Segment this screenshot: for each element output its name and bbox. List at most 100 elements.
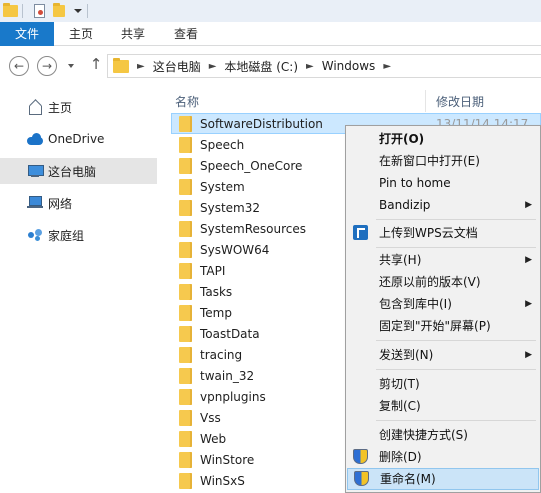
forward-button[interactable]: → [37, 56, 57, 76]
menu-item-label: 删除(D) [379, 450, 422, 464]
folder-icon [179, 262, 192, 279]
file-name: SysWOW64 [200, 242, 270, 257]
menu-item-create-shortcut[interactable]: 创建快捷方式(S) [346, 424, 540, 446]
file-name: twain_32 [200, 368, 255, 383]
new-folder-icon[interactable] [53, 3, 65, 19]
title-bar [0, 0, 541, 22]
menu-item-label: 包含到库中(I) [379, 297, 452, 311]
wps-cloud-icon [353, 225, 368, 240]
menu-item-bandizip[interactable]: Bandizip ▶ [346, 194, 540, 216]
menu-item-pin-to-start[interactable]: 固定到"开始"屏幕(P) [346, 315, 540, 337]
menu-separator [376, 340, 536, 341]
chevron-right-icon[interactable]: ► [137, 61, 145, 72]
column-divider[interactable] [425, 90, 426, 112]
chevron-right-icon[interactable]: ► [209, 61, 217, 72]
folder-icon [179, 304, 192, 321]
up-button[interactable]: ↑ [89, 54, 103, 74]
network-icon [27, 196, 43, 210]
up-arrow-icon: ↑ [89, 55, 103, 73]
chevron-right-icon[interactable]: ► [306, 61, 314, 72]
folder-icon [3, 3, 18, 19]
folder-icon [179, 388, 192, 405]
folder-icon [179, 178, 192, 195]
column-header-date-modified[interactable]: 修改日期 [436, 93, 484, 110]
file-name: Speech [200, 137, 245, 152]
submenu-arrow-icon: ▶ [525, 255, 532, 265]
nav-item-network[interactable]: 网络 [0, 190, 157, 216]
folder-icon [179, 409, 192, 426]
customize-quick-access-dropdown-icon[interactable] [74, 3, 82, 19]
nav-item-homegroup[interactable]: 家庭组 [0, 222, 157, 248]
menu-item-delete[interactable]: 删除(D) [346, 446, 540, 468]
context-menu: 打开(O) 在新窗口中打开(E) Pin to home Bandizip ▶ … [345, 125, 541, 493]
menu-item-copy[interactable]: 复制(C) [346, 395, 540, 417]
file-name: Vss [200, 410, 221, 425]
folder-icon [179, 472, 192, 489]
menu-item-label: Bandizip [379, 198, 431, 212]
chevron-right-icon[interactable]: ► [383, 61, 391, 72]
file-name: tracing [200, 347, 243, 362]
menu-item-include-in-library[interactable]: 包含到库中(I) ▶ [346, 293, 540, 315]
menu-item-send-to[interactable]: 发送到(N) ▶ [346, 344, 540, 366]
file-name: vpnplugins [200, 389, 266, 404]
navigation-pane: 主页 OneDrive 这台电脑 网络 家庭组 [0, 86, 160, 493]
uac-shield-icon [353, 449, 368, 464]
separator [87, 3, 88, 19]
forward-arrow-icon: → [41, 59, 53, 73]
menu-item-pin-to-home[interactable]: Pin to home [346, 172, 540, 194]
breadcrumb-this-pc[interactable]: 这台电脑 [153, 58, 201, 75]
file-name: Temp [200, 305, 232, 320]
menu-separator [376, 219, 536, 220]
home-icon [27, 100, 43, 115]
folder-icon [179, 325, 192, 342]
properties-icon[interactable] [34, 3, 45, 19]
folder-icon [179, 241, 192, 258]
tab-file[interactable]: 文件 [0, 22, 54, 46]
nav-item-onedrive[interactable]: OneDrive [0, 126, 157, 152]
folder-icon [179, 451, 192, 468]
folder-icon [179, 283, 192, 300]
nav-item-label: 主页 [48, 100, 73, 115]
nav-item-this-pc[interactable]: 这台电脑 [0, 158, 157, 184]
menu-item-share[interactable]: 共享(H) ▶ [346, 249, 540, 271]
menu-item-label: 上传到WPS云文档 [379, 226, 478, 240]
breadcrumb-windows[interactable]: Windows [322, 59, 376, 73]
folder-icon [179, 136, 192, 153]
menu-item-open[interactable]: 打开(O) [346, 128, 540, 150]
nav-item-label: OneDrive [48, 132, 105, 146]
menu-item-rename[interactable]: 重命名(M) [347, 468, 539, 490]
address-row: ← → ↑ ► 这台电脑 ► 本地磁盘 (C:) ► Windows ► [0, 46, 541, 86]
folder-icon [113, 57, 129, 73]
homegroup-icon [27, 228, 43, 242]
onedrive-icon [27, 132, 43, 146]
menu-item-open-new-window[interactable]: 在新窗口中打开(E) [346, 150, 540, 172]
address-bar[interactable]: ► 这台电脑 ► 本地磁盘 (C:) ► Windows ► [107, 54, 541, 78]
menu-separator [376, 420, 536, 421]
file-name: WinSxS [200, 473, 245, 488]
nav-item-label: 这台电脑 [48, 164, 97, 179]
nav-item-home[interactable]: 主页 [0, 94, 157, 120]
tab-home[interactable]: 主页 [60, 22, 102, 46]
nav-item-label: 网络 [48, 196, 73, 211]
column-header-name[interactable]: 名称 [175, 93, 199, 110]
submenu-arrow-icon: ▶ [525, 350, 532, 360]
back-button[interactable]: ← [9, 56, 29, 76]
folder-icon [179, 430, 192, 447]
ribbon-tabs: 文件 主页 共享 查看 [0, 22, 541, 46]
file-name: Web [200, 431, 227, 446]
file-name: Tasks [200, 284, 233, 299]
file-name: ToastData [200, 326, 260, 341]
column-header-row: 名称 修改日期 [160, 86, 541, 114]
folder-icon [179, 346, 192, 363]
tab-share[interactable]: 共享 [112, 22, 154, 46]
menu-item-cut[interactable]: 剪切(T) [346, 373, 540, 395]
breadcrumb-local-disk[interactable]: 本地磁盘 (C:) [224, 58, 298, 75]
recent-locations-dropdown-icon[interactable] [68, 64, 74, 68]
tab-view[interactable]: 查看 [165, 22, 207, 46]
menu-item-upload-wps[interactable]: 上传到WPS云文档 [346, 222, 540, 244]
nav-item-label: 家庭组 [48, 228, 85, 243]
folder-icon [179, 199, 192, 216]
file-name: System32 [200, 200, 261, 215]
file-name: System [200, 179, 245, 194]
menu-item-restore-previous[interactable]: 还原以前的版本(V) [346, 271, 540, 293]
